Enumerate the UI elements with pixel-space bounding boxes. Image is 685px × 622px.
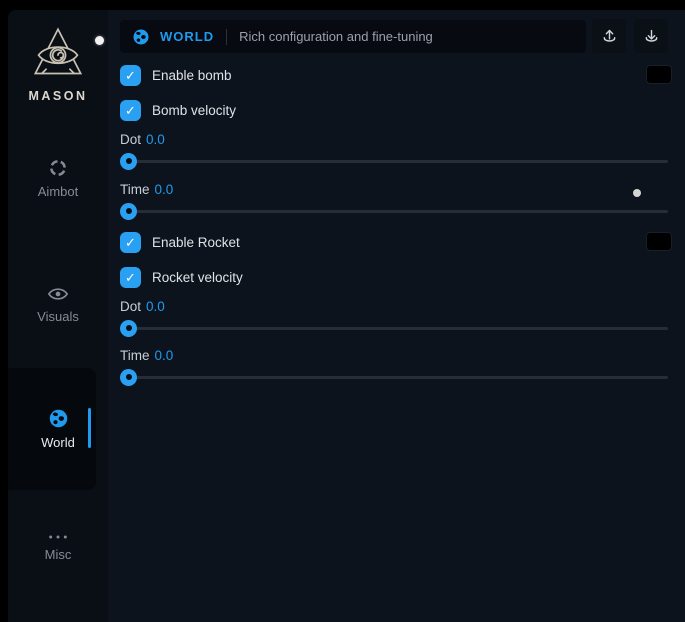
sidebar-item-label: Misc [8,547,108,562]
slider-handle[interactable] [120,320,137,337]
checkbox-label: Enable bomb [152,68,232,83]
mason-menu-window: MASON Aimbot Visuals [8,10,685,622]
slider-value: 0.0 [155,182,174,197]
slider-handle[interactable] [120,153,137,170]
rocket-dot-slider[interactable] [120,319,668,337]
screen: MASON Aimbot Visuals [0,0,685,622]
decorative-dot [633,189,641,197]
ellipsis-icon [47,533,69,541]
sidebar-item-world[interactable]: World [8,408,108,450]
eye-icon [47,285,69,303]
slider-track[interactable] [120,210,668,213]
slider-track[interactable] [120,327,668,330]
tab-header: WORLD Rich configuration and fine-tuning [120,20,586,53]
logo-title: MASON [8,89,108,103]
slider-handle[interactable] [120,369,137,386]
enable-rocket-checkbox[interactable]: ✓ [120,232,141,253]
divider [226,29,227,45]
check-icon: ✓ [125,104,136,117]
checkbox-label: Bomb velocity [152,103,236,118]
bomb-color-swatch[interactable] [646,65,672,84]
slider-value: 0.0 [146,299,165,314]
rocket-color-swatch[interactable] [646,232,672,251]
rocket-time-slider[interactable] [120,368,668,386]
slider-value: 0.0 [146,132,165,147]
sidebar-item-label: Aimbot [8,184,108,199]
slider-name: Dot [120,299,141,314]
mouse-cursor-dot [95,36,104,45]
slider-value: 0.0 [155,348,174,363]
mason-eye-triangle-icon [32,26,84,80]
logo: MASON [8,26,108,103]
bomb-time-slider[interactable] [120,202,668,220]
crosshair-icon [48,158,68,178]
enable-bomb-checkbox[interactable]: ✓ [120,65,141,86]
check-icon: ✓ [125,69,136,82]
sidebar: MASON Aimbot Visuals [8,10,108,622]
slider-track[interactable] [120,160,668,163]
rocket-time-slider-label: Time 0.0 [120,348,173,363]
checkbox-row-enable-rocket: ✓ Enable Rocket [120,231,240,253]
sidebar-item-label: World [8,435,108,450]
slider-name: Time [120,182,150,197]
bomb-time-slider-label: Time 0.0 [120,182,173,197]
bomb-velocity-checkbox[interactable]: ✓ [120,100,141,121]
slider-handle[interactable] [120,203,137,220]
bomb-dot-slider-label: Dot 0.0 [120,132,165,147]
upload-icon [600,27,619,46]
content-panel: WORLD Rich configuration and fine-tuning [120,10,668,622]
rocket-dot-slider-label: Dot 0.0 [120,299,165,314]
page-subtitle: Rich configuration and fine-tuning [239,29,433,44]
check-icon: ✓ [125,271,136,284]
sidebar-item-label: Visuals [8,309,108,324]
page-title: WORLD [160,29,214,44]
check-icon: ✓ [125,236,136,249]
checkbox-row-bomb-velocity: ✓ Bomb velocity [120,99,236,121]
sidebar-item-visuals[interactable]: Visuals [8,285,108,324]
checkbox-label: Rocket velocity [152,270,243,285]
checkbox-label: Enable Rocket [152,235,240,250]
slider-name: Dot [120,132,141,147]
download-icon [642,27,661,46]
slider-track[interactable] [120,376,668,379]
slider-name: Time [120,348,150,363]
import-config-button[interactable] [634,19,668,53]
checkbox-row-rocket-velocity: ✓ Rocket velocity [120,266,243,288]
sidebar-item-aimbot[interactable]: Aimbot [8,158,108,199]
globe-icon [48,408,69,429]
checkbox-row-enable-bomb: ✓ Enable bomb [120,64,232,86]
rocket-velocity-checkbox[interactable]: ✓ [120,267,141,288]
globe-icon [132,28,150,46]
bomb-dot-slider[interactable] [120,152,668,170]
export-config-button[interactable] [592,19,626,53]
sidebar-item-misc[interactable]: Misc [8,533,108,562]
